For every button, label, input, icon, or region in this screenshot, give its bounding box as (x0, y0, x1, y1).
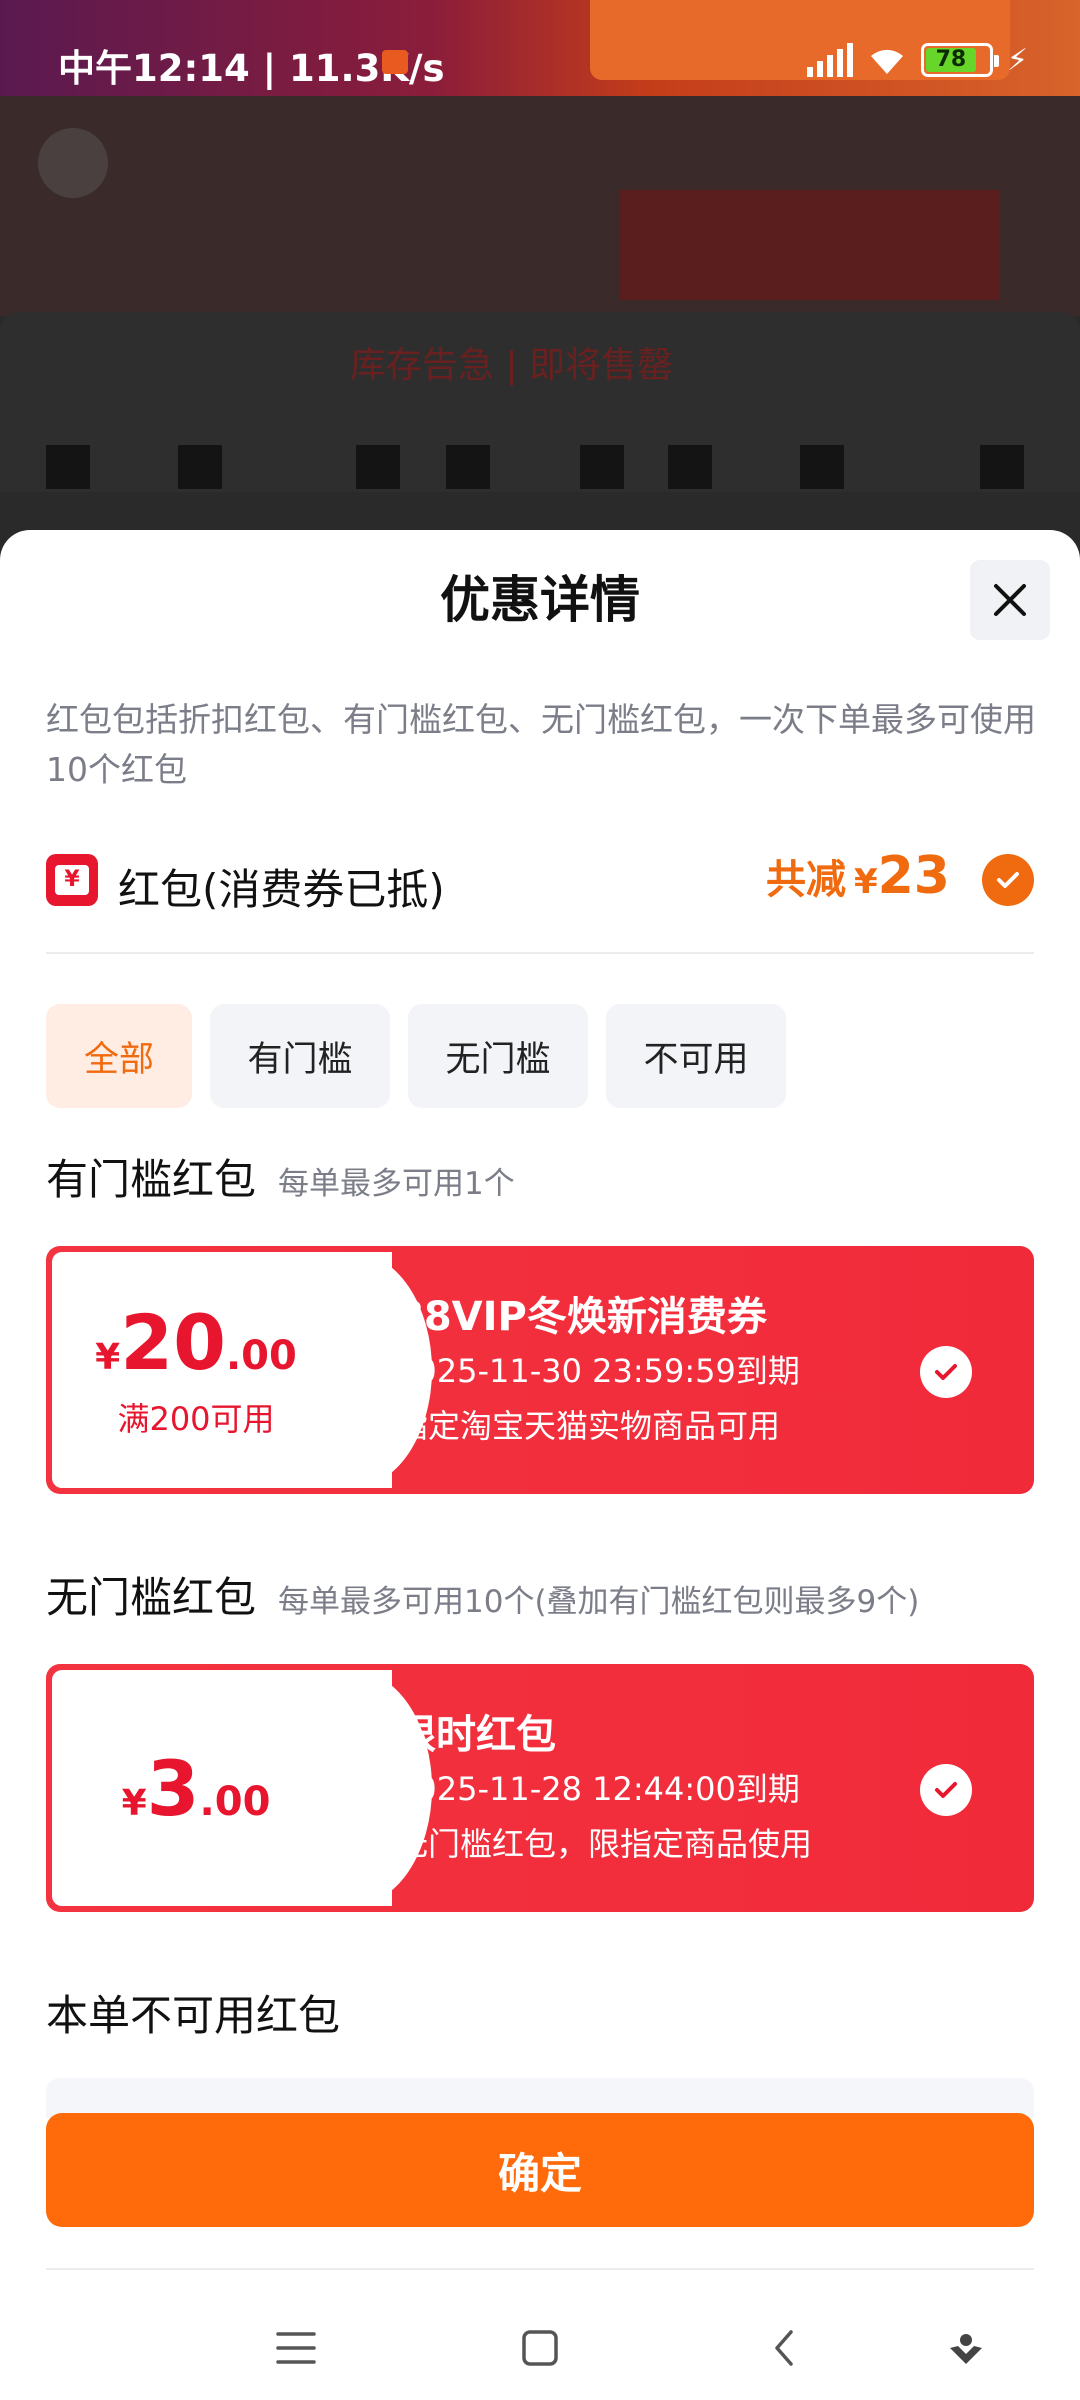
coupon-amount: ¥3.00 (46, 1744, 346, 1833)
coupon-card-88vip[interactable]: ¥20.00 满200可用 88VIP冬焕新消费券 2025-11-30 23:… (46, 1246, 1034, 1494)
summary-label: 红包(消费券已抵) (118, 865, 445, 914)
sheet-title: 优惠详情 (440, 571, 640, 629)
assistant-icon[interactable] (936, 2318, 996, 2378)
tab-unavailable[interactable]: 不可用 (606, 1004, 786, 1108)
notification-icon (382, 50, 408, 74)
no-threshold-section-heading: 无门槛红包 (46, 1573, 257, 1622)
coupon-scope: 无门槛红包，限指定商品使用 (396, 1825, 813, 1863)
back-icon[interactable] (754, 2318, 814, 2378)
summary-currency: ¥ (853, 862, 878, 902)
summary-total-amount: 23 (877, 846, 950, 906)
summary-check-icon[interactable] (982, 854, 1034, 906)
coupon-amount: ¥20.00 (46, 1298, 346, 1387)
unavailable-coupon-card (46, 2078, 1034, 2118)
stock-notice: 库存告急 | 即将售罄 (350, 345, 674, 386)
tab-threshold[interactable]: 有门槛 (210, 1004, 390, 1108)
coupon-currency: ¥ (95, 1337, 121, 1378)
coupon-name: 88VIP冬焕新消费券 (396, 1294, 767, 1340)
tab-no-threshold[interactable]: 无门槛 (408, 1004, 588, 1108)
close-icon (994, 584, 1026, 616)
background-back-button (38, 128, 108, 198)
status-bar: 中午12:14 | 11.3K/s 78 ⚡ (0, 0, 1080, 96)
red-packet-summary[interactable]: ¥ 红包(消费券已抵) 共减 ¥ 23 (46, 846, 1034, 914)
summary-total-prefix: 共减 (765, 857, 846, 903)
background-blocks (0, 445, 1080, 489)
coupon-amount-dec: .00 (225, 1333, 297, 1379)
filter-tabs: 全部 有门槛 无门槛 不可用 (46, 1004, 786, 1108)
no-threshold-section-title: 无门槛红包 每单最多可用10个(叠加有门槛红包则最多9个) (46, 1564, 919, 1625)
coupon-scope: 指定淘宝天猫实物商品可用 (396, 1407, 781, 1445)
background-promo-image (620, 190, 1000, 300)
coupon-amount-dec: .00 (199, 1779, 271, 1825)
wifi-icon (867, 44, 907, 76)
coupon-amount-int: 20 (120, 1298, 226, 1387)
no-threshold-section-subtitle: 每单最多可用10个(叠加有门槛红包则最多9个) (278, 1584, 920, 1620)
menu-icon[interactable] (266, 2318, 326, 2378)
charging-icon: ⚡ (1006, 42, 1028, 78)
unavailable-section-heading: 本单不可用红包 (46, 1991, 341, 2040)
coupon-expiry: 2025-11-28 12:44:00到期 (396, 1770, 800, 1808)
unavailable-section-title: 本单不可用红包 (46, 1982, 340, 2043)
battery-level: 78 (925, 48, 976, 72)
battery-icon: 78 (920, 43, 999, 77)
coupon-currency: ¥ (121, 1783, 147, 1824)
sheet-description: 红包包括折扣红包、有门槛红包、无门槛红包，一次下单最多可使用10个红包 (46, 700, 1036, 789)
divider (46, 2268, 1034, 2270)
signal-icon (806, 43, 853, 77)
threshold-section-title: 有门槛红包 每单最多可用1个 (46, 1146, 515, 1207)
close-button[interactable] (970, 560, 1050, 640)
confirm-button[interactable]: 确定 (46, 2113, 1034, 2227)
coupon-card-limited[interactable]: ¥3.00 限时红包 2025-11-28 12:44:00到期 无门槛红包，限… (46, 1664, 1034, 1912)
home-icon[interactable] (510, 2318, 570, 2378)
system-nav-bar (0, 2290, 1080, 2400)
tab-all[interactable]: 全部 (46, 1004, 192, 1108)
red-packet-icon: ¥ (46, 854, 98, 906)
coupon-expiry: 2025-11-30 23:59:59到期 (396, 1352, 800, 1390)
divider (46, 952, 1034, 954)
threshold-section-subtitle: 每单最多可用1个 (278, 1166, 515, 1202)
coupon-check-icon[interactable] (920, 1764, 972, 1816)
coupon-amount-int: 3 (146, 1744, 200, 1833)
coupon-condition: 满200可用 (117, 1400, 275, 1438)
coupon-name: 限时红包 (396, 1712, 556, 1758)
discount-details-sheet: 优惠详情 红包包括折扣红包、有门槛红包、无门槛红包，一次下单最多可使用10个红包… (0, 530, 1080, 2400)
summary-total: 共减 ¥ 23 (766, 846, 950, 906)
threshold-section-heading: 有门槛红包 (46, 1155, 257, 1204)
status-icons: 78 ⚡ (806, 40, 1028, 80)
coupon-check-icon[interactable] (920, 1346, 972, 1398)
